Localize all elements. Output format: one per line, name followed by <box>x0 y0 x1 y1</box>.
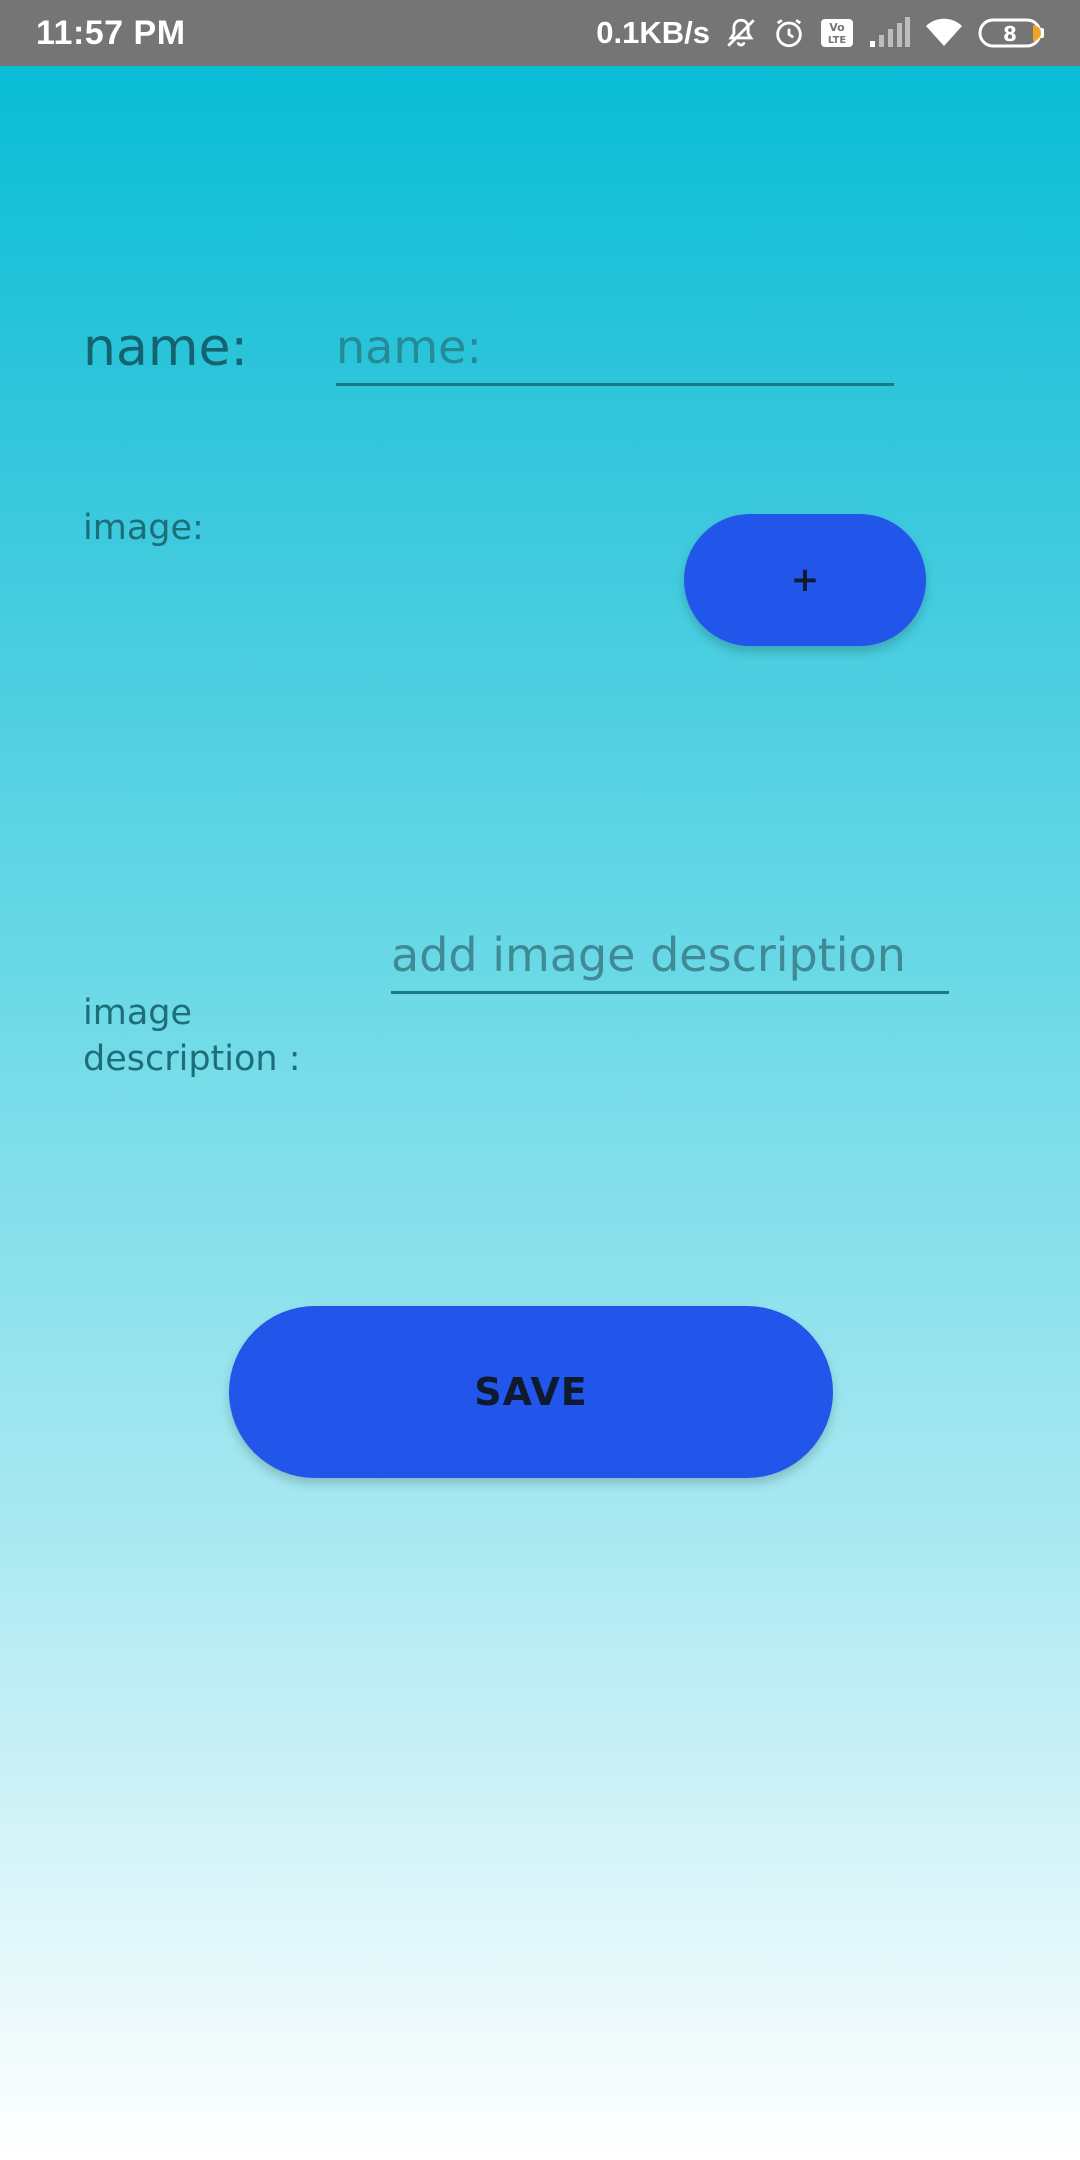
network-speed: 0.1KB/s <box>596 15 710 50</box>
name-label: name: <box>83 318 248 378</box>
status-time: 11:57 PM <box>36 13 186 52</box>
mute-bell-icon <box>724 16 758 50</box>
image-description-label: image description : <box>83 993 301 1079</box>
svg-text:LTE: LTE <box>828 35 847 46</box>
alarm-clock-icon <box>772 16 806 50</box>
status-bar: 11:57 PM 0.1KB/s Vo LTE 8 <box>0 0 1080 66</box>
wifi-icon <box>924 17 964 49</box>
add-image-button[interactable]: + <box>684 514 926 646</box>
svg-text:Vo: Vo <box>829 21 845 34</box>
battery-icon: 8 <box>978 17 1046 49</box>
battery-level-text: 8 <box>1003 22 1017 46</box>
status-icons: 0.1KB/s Vo LTE 8 <box>596 15 1046 51</box>
image-label: image: <box>83 508 204 548</box>
signal-icon <box>868 17 910 49</box>
name-input[interactable] <box>336 310 894 386</box>
save-button[interactable]: SAVE <box>229 1306 833 1478</box>
image-description-input[interactable] <box>391 918 949 994</box>
volte-icon: Vo LTE <box>820 18 854 48</box>
